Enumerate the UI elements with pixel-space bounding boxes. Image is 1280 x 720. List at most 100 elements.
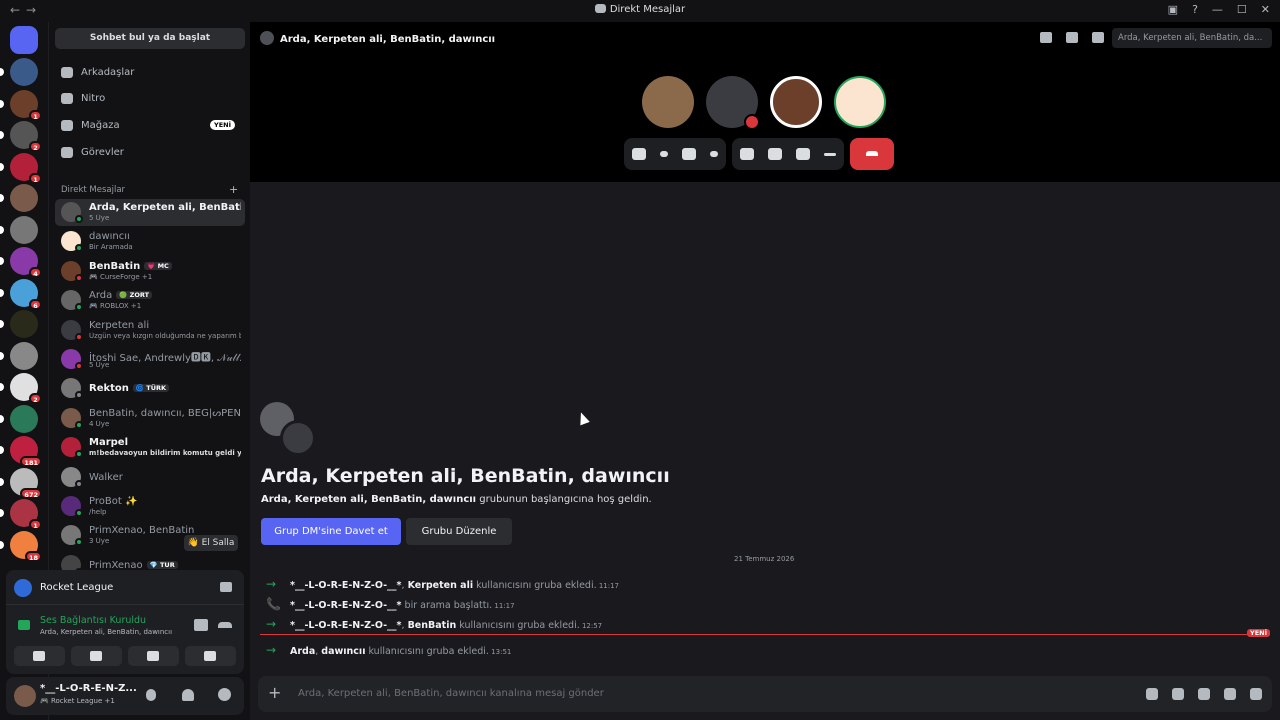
headphones-icon[interactable] — [182, 689, 194, 701]
dm-item[interactable]: ProBot ✨/help — [55, 493, 245, 520]
message-actor[interactable]: Arda — [290, 646, 315, 657]
help-icon[interactable]: ? — [1192, 3, 1198, 16]
message-input[interactable]: Arda, Kerpeten ali, BenBatin, dawıncıı k… — [298, 688, 604, 699]
member-list-icon[interactable] — [1092, 32, 1104, 43]
message-actor[interactable]: *__-L-O-R-E-N-Z-O-__* — [290, 620, 402, 631]
server-icon[interactable]: 1 — [0, 499, 42, 530]
activities-icon[interactable] — [768, 148, 782, 160]
server-icon[interactable]: 181 — [0, 436, 42, 467]
nav-item[interactable]: Arkadaşlar — [55, 60, 245, 84]
wave-button[interactable]: 👋 El Salla — [184, 535, 238, 551]
camera-button[interactable] — [14, 646, 65, 666]
dm-item[interactable]: Walker — [55, 464, 245, 491]
create-dm-icon[interactable]: + — [229, 183, 238, 196]
status-indicator — [75, 362, 83, 370]
message-target[interactable]: Kerpeten ali — [408, 580, 474, 591]
connection-icon[interactable] — [18, 620, 30, 630]
upload-button[interactable]: + — [268, 683, 281, 702]
more-icon[interactable] — [824, 152, 836, 156]
message-actor[interactable]: *__-L-O-R-E-N-Z-O-__* — [290, 580, 402, 591]
server-icon[interactable]: 4 — [0, 247, 42, 278]
participant-avatar[interactable] — [642, 76, 694, 128]
close-button[interactable]: ✕ — [1261, 3, 1270, 16]
nav-item[interactable]: Mağaza YENİ — [55, 113, 245, 137]
message-target[interactable]: BenBatin — [408, 620, 457, 631]
home-button[interactable] — [10, 26, 38, 54]
disconnect-icon[interactable] — [218, 622, 232, 628]
server-icon[interactable]: 18 — [0, 530, 42, 562]
unread-badge: 1 — [29, 519, 42, 530]
find-conversation-button[interactable]: Sohbet bul ya da başlat — [55, 28, 245, 49]
user-avatar[interactable] — [14, 685, 36, 707]
clan-tag: 🟢 ZORT — [116, 291, 153, 300]
mic-control[interactable] — [624, 138, 726, 170]
gift-icon[interactable] — [1146, 688, 1158, 700]
nav-item[interactable]: Nitro — [55, 87, 245, 111]
screen-share-button[interactable] — [71, 646, 122, 666]
voice-status[interactable]: Ses Bağlantısı Kuruldu — [40, 615, 146, 626]
dm-item[interactable]: Kerpeten ali Üzgün veya kızgın olduğumda … — [55, 317, 245, 344]
noise-suppression-icon[interactable] — [194, 619, 208, 631]
message-timestamp: 13:51 — [488, 648, 512, 656]
invite-button[interactable]: Grup DM'sine Davet et — [261, 518, 401, 545]
dm-item[interactable]: Arda, Kerpeten ali, BenBatin, d...5 Üye — [55, 199, 245, 226]
soundboard-icon[interactable] — [796, 148, 810, 160]
dm-subtext: m!bedavaoyun bildirim komutu geldi yenil… — [89, 449, 241, 458]
message-target[interactable]: dawıncıı — [321, 646, 365, 657]
server-icon[interactable]: 2 — [0, 121, 42, 152]
dm-item[interactable]: BenBatin, dawıncıı, BEG|ᔕPEN... 4 Üye — [55, 405, 245, 432]
camera-off-icon[interactable] — [682, 148, 696, 160]
inbox-icon[interactable]: ▣ — [1168, 3, 1178, 16]
unread-badge: 4 — [29, 267, 42, 278]
dm-item[interactable]: BenBatin 💗 MC 🎮 CurseForge +1 — [55, 258, 245, 285]
edit-group-button[interactable]: Grubu Düzenle — [406, 518, 512, 545]
status-indicator — [75, 215, 83, 223]
gif-icon[interactable] — [1172, 688, 1184, 700]
dm-item[interactable]: Arda 🟢 ZORT 🎮 ROBLOX +1 — [55, 287, 245, 314]
maximize-button[interactable]: ☐ — [1237, 3, 1247, 16]
server-icon[interactable]: 1 — [0, 89, 42, 121]
pin-icon[interactable] — [1040, 32, 1052, 43]
chevron-down-icon[interactable] — [660, 151, 668, 157]
server-icon[interactable]: 6 — [0, 278, 42, 310]
sticker-icon[interactable] — [1198, 688, 1210, 700]
server-icon[interactable] — [0, 184, 38, 212]
add-friends-icon[interactable] — [1066, 32, 1078, 43]
server-icon[interactable]: 672 — [0, 467, 42, 499]
emoji-icon[interactable] — [1224, 688, 1236, 700]
server-icon[interactable] — [0, 215, 38, 244]
share-control[interactable] — [732, 138, 844, 170]
soundboard-button[interactable] — [185, 646, 236, 666]
dm-item[interactable]: Rekton 🌀 TÜRK — [55, 375, 245, 402]
dm-item[interactable]: Marpel m!bedavaoyun bildirim komutu geldi… — [55, 434, 245, 461]
microphone-icon[interactable] — [632, 148, 646, 160]
participant-avatar[interactable] — [770, 76, 822, 128]
microphone-icon[interactable] — [146, 689, 156, 701]
search-input[interactable]: Arda, Kerpeten ali, BenBatin, da... — [1112, 28, 1272, 48]
server-icon[interactable] — [0, 310, 38, 338]
dm-item[interactable]: İtoshi Sae, Andrewly🅳🅺, 𝒩𝓊𝓁𝓁... 5 Üye — [55, 346, 245, 373]
user-name[interactable]: *__-L-O-R-E-N-Z... — [40, 683, 137, 694]
minimize-button[interactable]: — — [1212, 3, 1223, 16]
dm-item[interactable]: dawıncıı Bir Aramada — [55, 228, 245, 255]
server-icon[interactable] — [0, 404, 38, 433]
screen-share-icon[interactable] — [740, 148, 754, 160]
unread-badge: 6 — [29, 298, 42, 310]
server-icon[interactable] — [0, 341, 38, 370]
deafened-icon — [744, 114, 760, 130]
server-icon[interactable]: 2 — [0, 373, 42, 404]
participant-avatar[interactable] — [834, 76, 886, 128]
settings-icon[interactable] — [218, 688, 231, 701]
chevron-down-icon[interactable] — [710, 151, 718, 157]
apps-icon[interactable] — [1250, 688, 1262, 700]
activities-button[interactable] — [128, 646, 179, 666]
nav-item[interactable]: Görevler — [55, 140, 245, 164]
server-icon[interactable] — [0, 58, 38, 86]
server-icon[interactable]: 1 — [0, 152, 42, 184]
activity-icon[interactable] — [220, 582, 232, 592]
hangup-button[interactable] — [850, 138, 894, 170]
participant-avatar[interactable] — [706, 76, 760, 130]
message-actor[interactable]: *__-L-O-R-E-N-Z-O-__* — [290, 600, 402, 611]
hangup-icon — [866, 151, 878, 156]
dm-name: Arda 🟢 ZORT — [89, 290, 241, 301]
